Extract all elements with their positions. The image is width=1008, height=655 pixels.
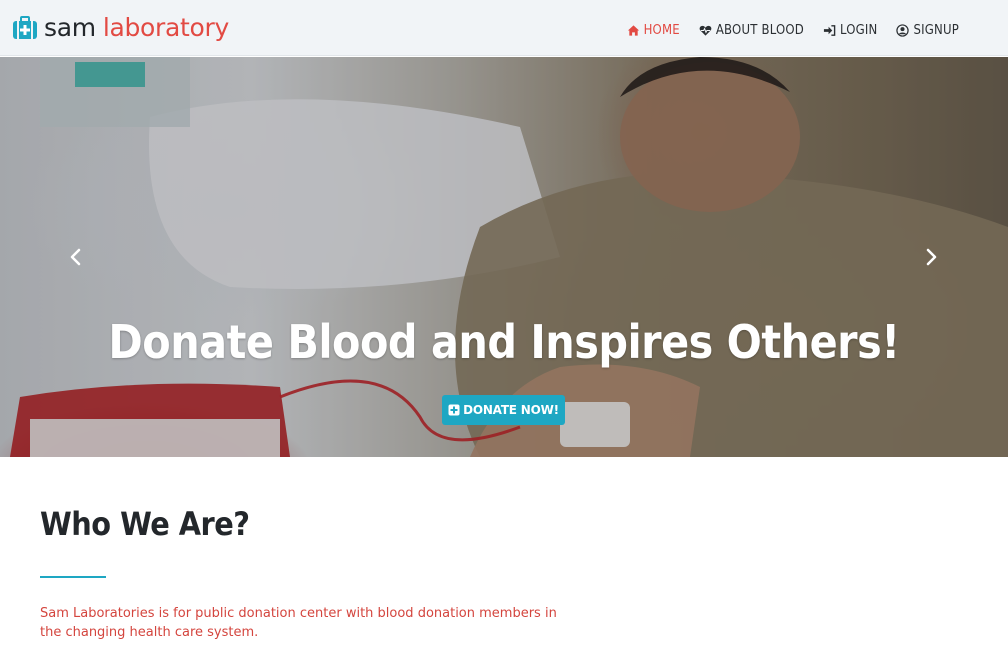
nav-label-home: HOME [643,22,680,38]
who-we-are-text: Sam Laboratories is for public donation … [40,606,557,640]
nav-label-about-blood: ABOUT BLOOD [715,22,804,38]
donate-now-button[interactable]: DONATE NOW! [442,395,565,425]
chevron-left-icon[interactable] [66,247,86,267]
sign-in-icon [823,24,836,36]
who-we-are-title: Who We Are? [40,505,250,543]
section-divider [40,576,106,578]
brand-name-sam: sam [44,13,96,42]
hero-title: Donate Blood and Inspires Others! [108,315,900,369]
donate-now-label: DONATE NOW! [463,403,559,417]
medical-kit-icon [13,16,37,39]
user-circle-icon [896,23,910,37]
nav-item-signup[interactable]: SIGNUP [896,23,959,38]
plus-square-icon [448,404,460,416]
nav-label-signup: SIGNUP [913,22,959,38]
heart-pulse-icon [699,25,712,36]
chevron-right-icon[interactable] [921,247,941,267]
nav-item-about-blood[interactable]: ABOUT BLOOD [699,23,804,38]
nav-label-login: LOGIN [839,22,878,38]
home-icon [627,24,639,36]
hero-carousel: Donate Blood and Inspires Others! DONATE… [0,57,1008,457]
main-nav: HOME ABOUT BLOOD LOGIN SIGNUP [627,21,959,39]
brand-name-laboratory: laboratory [102,13,230,42]
nav-item-home[interactable]: HOME [627,23,680,38]
nav-item-login[interactable]: LOGIN [823,23,878,38]
brand-logo[interactable]: sam laboratory [12,12,229,44]
top-navbar: sam laboratory HOME ABOUT BLOOD LOGIN SI… [0,0,1008,56]
